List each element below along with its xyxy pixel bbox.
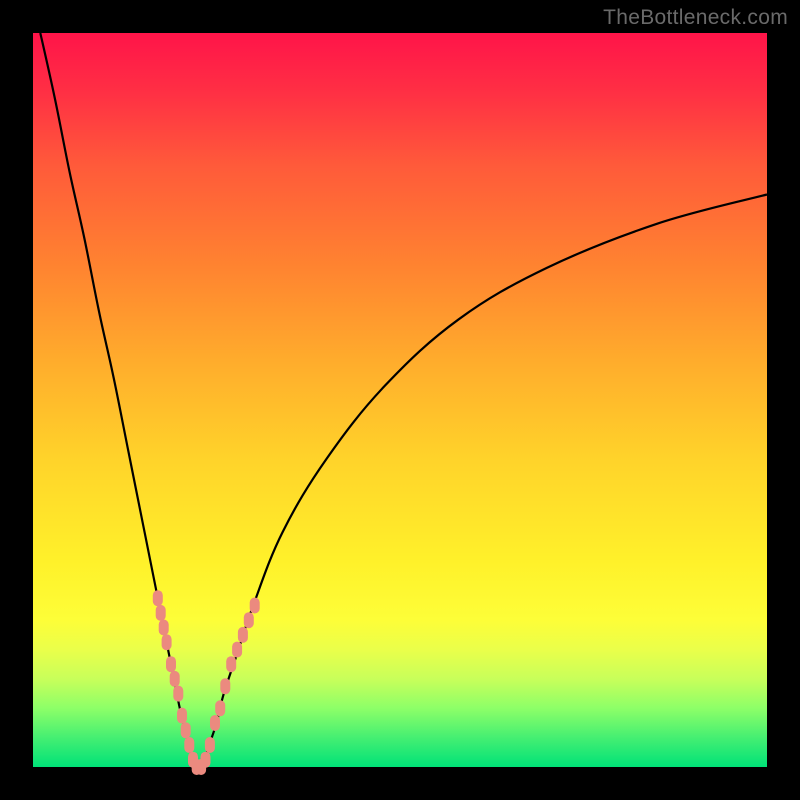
- marker-point: [170, 671, 180, 687]
- marker-point: [215, 700, 225, 716]
- marker-point: [153, 590, 163, 606]
- marker-point: [244, 612, 254, 628]
- marker-point: [159, 620, 169, 636]
- marker-point: [238, 627, 248, 643]
- marker-point: [166, 656, 176, 672]
- curve-path: [40, 33, 767, 771]
- bottleneck-curve: [40, 33, 767, 771]
- marker-point: [201, 752, 211, 768]
- marker-point: [156, 605, 166, 621]
- marker-point: [250, 598, 260, 614]
- marker-point: [226, 656, 236, 672]
- marker-point: [210, 715, 220, 731]
- marker-point: [181, 722, 191, 738]
- marker-point: [173, 686, 183, 702]
- curve-layer: [0, 0, 800, 800]
- chart-frame: TheBottleneck.com: [0, 0, 800, 800]
- marker-point: [184, 737, 194, 753]
- marker-point: [205, 737, 215, 753]
- marker-point: [232, 642, 242, 658]
- marker-point: [177, 708, 187, 724]
- sample-markers: [153, 590, 260, 775]
- marker-point: [220, 678, 230, 694]
- marker-point: [162, 634, 172, 650]
